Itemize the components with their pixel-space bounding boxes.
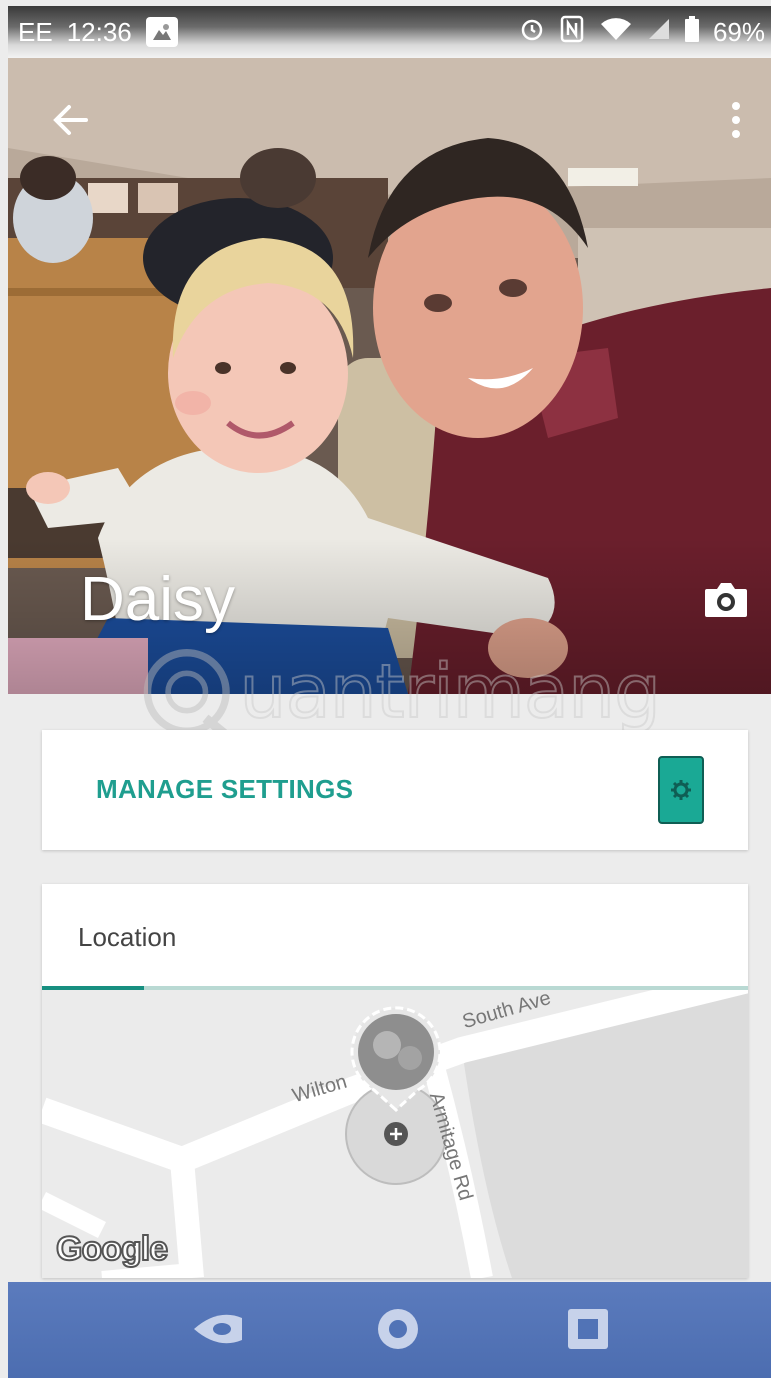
nav-recents-icon <box>568 1309 608 1349</box>
camera-icon <box>705 583 747 617</box>
phone-gear-icon <box>658 756 704 824</box>
nav-home-icon <box>378 1309 418 1349</box>
alarm-icon <box>519 16 545 49</box>
wifi-icon <box>599 16 633 49</box>
notification-icon <box>145 17 178 47</box>
location-map[interactable]: South Ave Wilton Armitage Rd Google <box>42 967 748 1278</box>
status-bar-left: EE 12:36 <box>18 17 178 48</box>
nav-back-icon <box>194 1314 242 1344</box>
child-name: Daisy <box>80 565 236 634</box>
system-nav-bar <box>8 1282 771 1378</box>
battery-percent: 69% <box>712 16 765 47</box>
more-options-button[interactable] <box>721 96 751 144</box>
profile-header: Daisy <box>8 58 771 694</box>
back-button[interactable] <box>48 98 92 142</box>
nfc-icon <box>559 15 585 50</box>
nav-recents-button[interactable] <box>558 1304 618 1354</box>
arrow-back-icon <box>53 105 88 135</box>
location-title: Location <box>78 922 177 952</box>
nav-back-button[interactable] <box>188 1304 248 1354</box>
google-attribution: Google <box>55 1229 169 1269</box>
clock: 12:36 <box>66 16 132 47</box>
nav-home-button[interactable] <box>368 1304 428 1354</box>
carrier-label: EE <box>18 16 53 47</box>
signal-icon <box>647 17 671 48</box>
more-vert-icon <box>732 102 740 138</box>
change-photo-button[interactable] <box>701 578 751 622</box>
manage-settings-label: MANAGE SETTINGS <box>96 774 354 804</box>
status-bar: EE 12:36 69% <box>8 6 771 58</box>
manage-settings-card[interactable]: MANAGE SETTINGS <box>42 730 748 850</box>
location-card: Location South Ave Wilton Armitage Rd Go… <box>42 884 748 1278</box>
status-bar-right: 69% <box>519 15 765 50</box>
battery-icon <box>684 15 699 49</box>
